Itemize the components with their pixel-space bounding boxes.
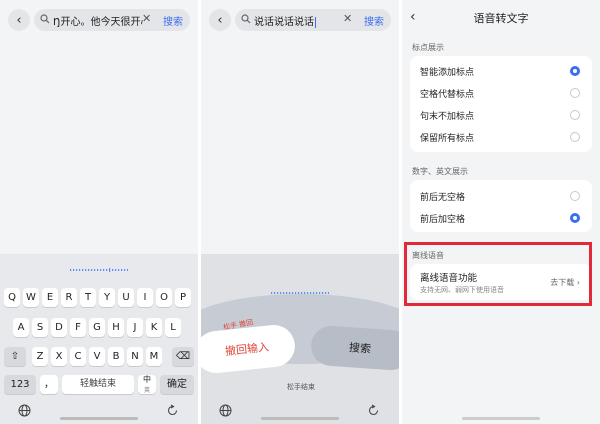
- key-g[interactable]: G: [89, 318, 105, 337]
- backspace-icon: ⌫: [175, 351, 191, 362]
- lang-en-label: 英: [143, 387, 150, 394]
- back-button[interactable]: ‹: [8, 9, 30, 31]
- home-indicator: [261, 417, 339, 420]
- release-end-hint: 松手结束: [287, 383, 315, 391]
- key-z[interactable]: Z: [32, 347, 48, 366]
- key-h[interactable]: H: [108, 318, 124, 337]
- clear-icon[interactable]: ✕: [142, 12, 151, 25]
- globe-icon[interactable]: [219, 404, 232, 417]
- home-indicator: [462, 417, 540, 420]
- key-j[interactable]: J: [127, 318, 143, 337]
- highlight-box: [404, 242, 592, 306]
- key-v[interactable]: V: [89, 347, 105, 366]
- option-label: 空格代替标点: [420, 90, 475, 100]
- voice-search-button[interactable]: 搜索: [309, 324, 399, 372]
- key-f[interactable]: F: [70, 318, 86, 337]
- backspace-key[interactable]: ⌫: [172, 347, 194, 366]
- key-s[interactable]: S: [32, 318, 48, 337]
- radio-selected-icon[interactable]: [570, 213, 580, 223]
- chevron-left-icon: ‹: [217, 12, 223, 28]
- lang-zh-label: 中: [143, 375, 151, 384]
- keyboard-bottom-bar: [201, 404, 399, 418]
- option-label: 前后无空格: [420, 193, 466, 203]
- search-input[interactable]: 说话说话说话: [254, 13, 344, 28]
- voice-input-area: 松手 撤回 撤回输入 搜索 松手结束: [201, 254, 399, 424]
- key-o[interactable]: O: [156, 288, 172, 307]
- numbers-key[interactable]: 123: [4, 375, 36, 394]
- search-button[interactable]: 搜索: [163, 13, 183, 28]
- key-x[interactable]: X: [51, 347, 67, 366]
- language-switch-key[interactable]: 中英: [138, 375, 156, 394]
- key-t[interactable]: T: [80, 288, 96, 307]
- key-y[interactable]: Y: [99, 288, 115, 307]
- chevron-left-icon: ‹: [16, 12, 22, 28]
- number-english-options-card: 前后无空格 前后加空格: [410, 180, 592, 232]
- search-input[interactable]: Ŋ开心。他今天很开心: [53, 13, 143, 28]
- radio-icon[interactable]: [570, 88, 580, 98]
- key-p[interactable]: P: [175, 288, 191, 307]
- space-key[interactable]: 轻触结束: [62, 375, 134, 394]
- section-title-number-english: 数字、英文展示: [412, 167, 468, 176]
- key-u[interactable]: U: [118, 288, 134, 307]
- screen-voice-release: ‹ 说话说话说话 ✕ 搜索 松手 撤回 撤回输入 搜索 松手结束: [201, 0, 399, 424]
- back-button[interactable]: ‹: [209, 9, 231, 31]
- option-label: 句末不加标点: [420, 112, 475, 122]
- search-box[interactable]: Ŋ开心。他今天很开心 ✕ 搜索: [34, 9, 190, 31]
- key-w[interactable]: W: [23, 288, 39, 307]
- search-icon: [40, 14, 50, 24]
- key-c[interactable]: C: [70, 347, 86, 366]
- radio-selected-icon[interactable]: [570, 66, 580, 76]
- screen-voice-typing: ‹ Ŋ开心。他今天很开心 ✕ 搜索 Q W E R T Y U I O P A …: [0, 0, 198, 424]
- radio-icon[interactable]: [570, 191, 580, 201]
- text-caret: [315, 16, 316, 28]
- home-indicator: [60, 417, 138, 420]
- key-i[interactable]: I: [137, 288, 153, 307]
- key-b[interactable]: B: [108, 347, 124, 366]
- search-input-value: 说话说话说话: [254, 17, 314, 28]
- rotate-icon[interactable]: [367, 404, 380, 417]
- key-n[interactable]: N: [127, 347, 143, 366]
- option-label: 智能添加标点: [420, 68, 475, 78]
- search-box[interactable]: 说话说话说话 ✕ 搜索: [235, 9, 391, 31]
- voice-waveform-icon: [70, 268, 128, 272]
- key-m[interactable]: M: [146, 347, 162, 366]
- search-icon: [241, 14, 251, 24]
- shift-icon: ⇧: [10, 351, 20, 362]
- search-button[interactable]: 搜索: [364, 13, 384, 28]
- confirm-key[interactable]: 确定: [160, 375, 194, 394]
- key-l[interactable]: L: [165, 318, 181, 337]
- punctuation-options-card: 智能添加标点 空格代替标点 句末不加标点 保留所有标点: [410, 56, 592, 152]
- section-title-punctuation: 标点展示: [412, 43, 444, 52]
- key-a[interactable]: A: [13, 318, 29, 337]
- undo-input-label: 撤回输入: [224, 340, 270, 359]
- voice-search-label: 搜索: [348, 341, 372, 356]
- page-title: 语音转文字: [473, 12, 529, 25]
- undo-input-button[interactable]: 撤回输入: [201, 322, 297, 376]
- shift-key[interactable]: ⇧: [4, 347, 26, 366]
- keyboard: Q W E R T Y U I O P A S D F G H J K L ⇧ …: [0, 254, 198, 424]
- radio-icon[interactable]: [570, 132, 580, 142]
- punctuation-key[interactable]: ，: [40, 375, 58, 394]
- rotate-icon[interactable]: [166, 404, 179, 417]
- search-input-value: Ŋ开心。他今天很开心: [53, 17, 143, 28]
- keyboard-bottom-bar: [0, 404, 198, 418]
- screen-voice-settings: ‹ 语音转文字 标点展示 智能添加标点 空格代替标点 句末不加标点 保留所有标点…: [402, 0, 600, 424]
- option-label: 前后加空格: [420, 215, 466, 225]
- radio-icon[interactable]: [570, 110, 580, 120]
- clear-icon[interactable]: ✕: [343, 12, 352, 25]
- key-k[interactable]: K: [146, 318, 162, 337]
- key-e[interactable]: E: [42, 288, 58, 307]
- key-d[interactable]: D: [51, 318, 67, 337]
- option-label: 保留所有标点: [420, 134, 475, 144]
- globe-icon[interactable]: [18, 404, 31, 417]
- key-q[interactable]: Q: [4, 288, 20, 307]
- key-r[interactable]: R: [61, 288, 77, 307]
